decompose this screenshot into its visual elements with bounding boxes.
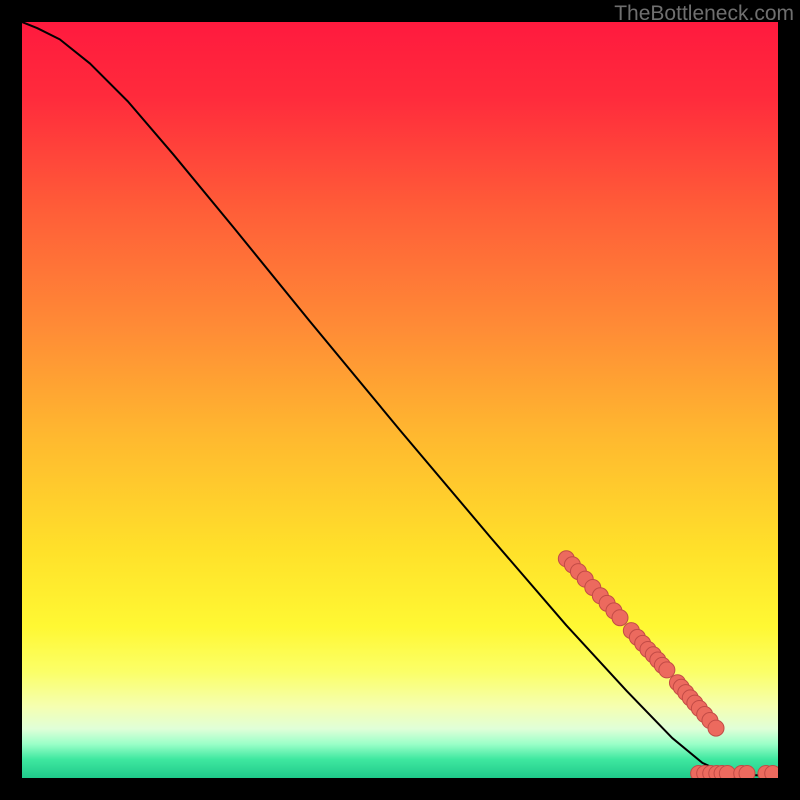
chart-frame: TheBottleneck.com	[0, 0, 800, 800]
scatter-point	[708, 720, 724, 736]
plot-area	[22, 22, 778, 778]
chart-svg	[22, 22, 778, 778]
watermark-text: TheBottleneck.com	[614, 2, 794, 26]
scatter-point	[612, 610, 628, 626]
scatter-point	[659, 662, 675, 678]
scatter-point	[719, 765, 735, 778]
scatter-point	[739, 765, 755, 778]
